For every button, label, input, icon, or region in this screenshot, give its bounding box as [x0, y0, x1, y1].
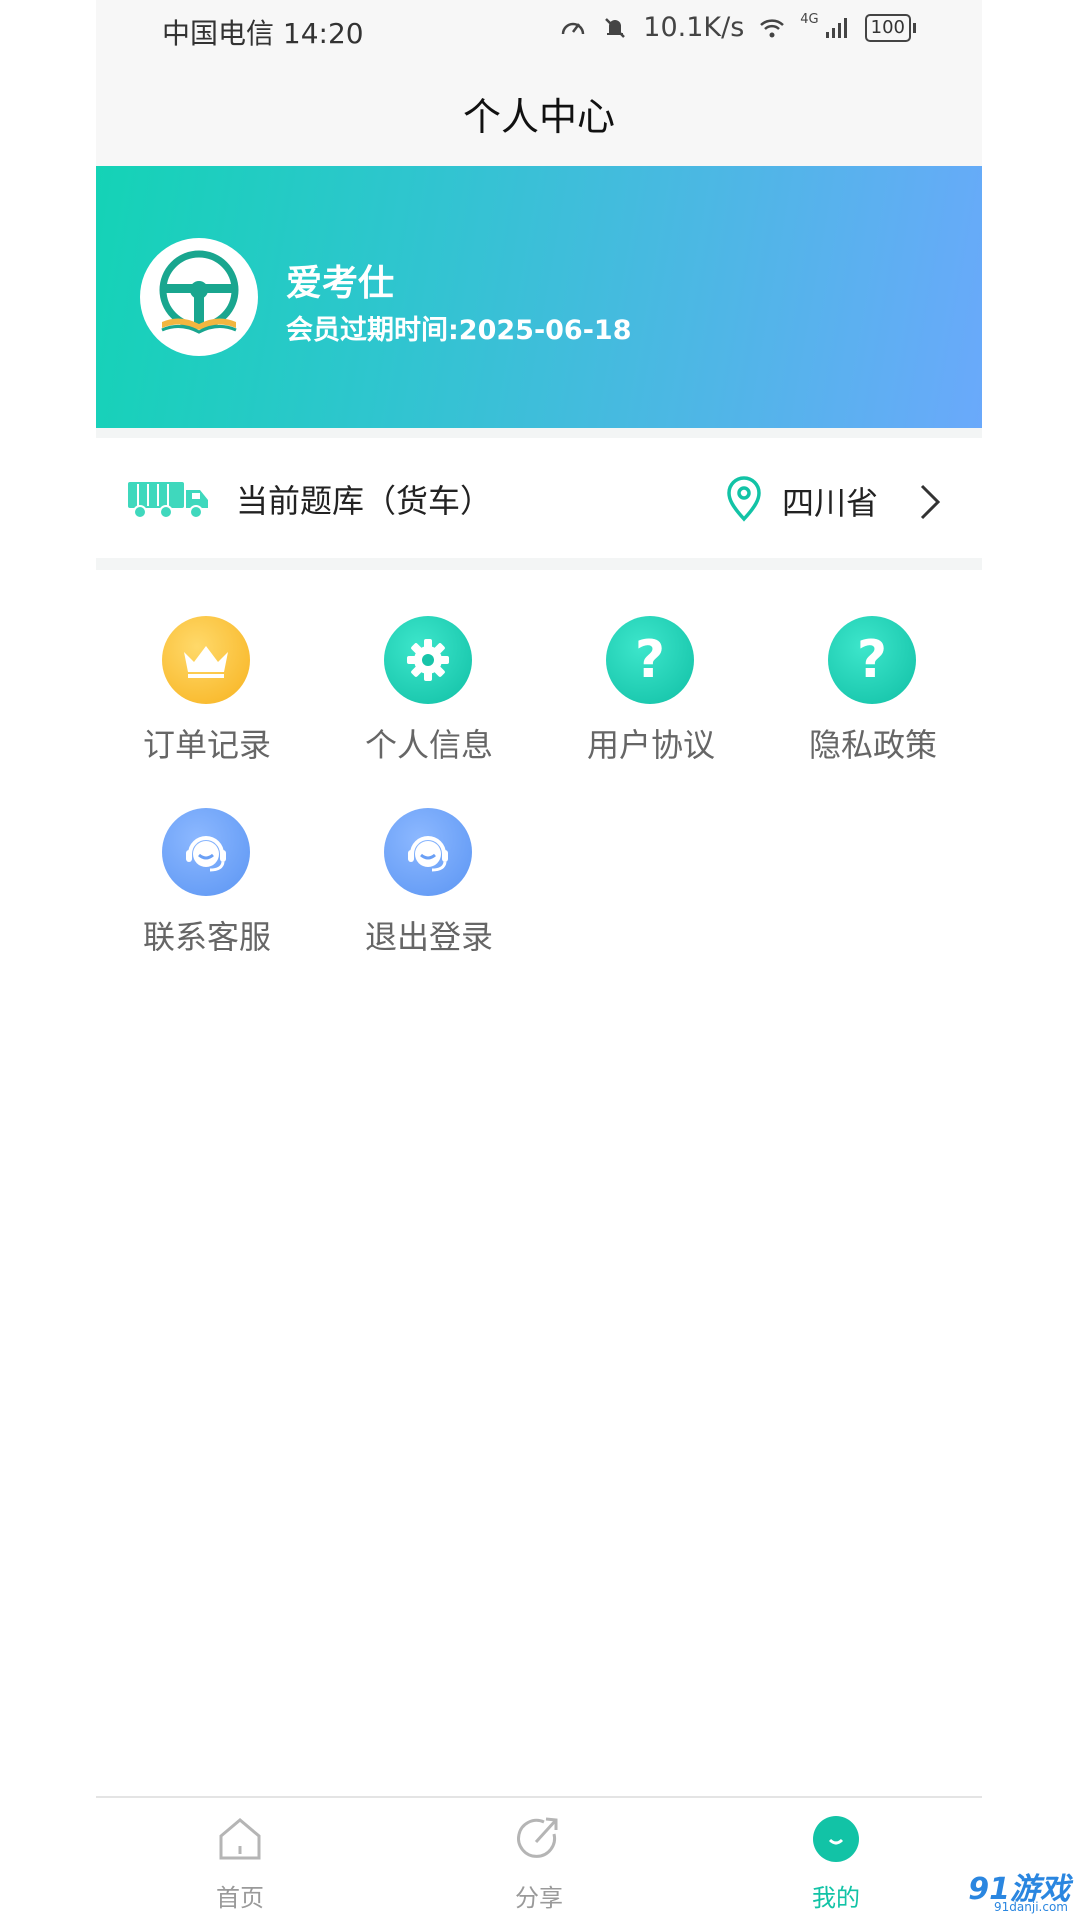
menu-item-personal-info[interactable]: 个人信息 — [318, 570, 540, 764]
profile-icon — [813, 1816, 859, 1862]
battery-icon: 100 — [864, 13, 911, 42]
status-right: 10.1K/s 4G 100 — [559, 12, 916, 43]
page-header: 个人中心 — [96, 62, 982, 166]
network-speed: 10.1K/s — [643, 12, 745, 43]
question-icon: ? — [828, 616, 916, 704]
section-divider — [96, 428, 982, 438]
tab-label: 分享 — [515, 1884, 563, 1912]
tab-label: 我的 — [812, 1884, 860, 1912]
battery-tip — [913, 22, 916, 33]
clock: 14:20 — [282, 17, 364, 50]
watermark-logo: 91游戏 91danji.com — [948, 1858, 1076, 1916]
menu-item-logout[interactable]: 退出登录 — [318, 762, 540, 956]
profile-card[interactable]: 爱考仕 会员过期时间:2025-06-18 — [96, 166, 982, 428]
watermark-url: 91danji.com — [994, 1900, 1068, 1914]
home-icon — [219, 1818, 261, 1860]
tab-home[interactable]: 首页 — [160, 1798, 320, 1920]
truck-icon — [128, 482, 208, 519]
app-screen: 中国电信 14:20 10.1K/s 4G 100 个人中心 爱考仕 会员过期时… — [96, 0, 982, 1920]
speedometer-icon — [562, 22, 585, 34]
headset-icon — [162, 808, 250, 896]
carrier-name: 中国电信 — [162, 17, 275, 50]
menu-item-privacy-policy[interactable]: ? 隐私政策 — [762, 570, 984, 764]
tab-share[interactable]: 分享 — [459, 1798, 619, 1920]
menu-label: 用户协议 — [586, 726, 715, 764]
network-type: 4G — [800, 12, 819, 27]
tab-mine[interactable]: 我的 — [756, 1798, 916, 1920]
signal-icon — [825, 17, 847, 38]
menu-label: 订单记录 — [142, 726, 271, 764]
left-margin — [0, 0, 96, 1920]
menu-label: 退出登录 — [364, 918, 493, 956]
menu-item-customer-service[interactable]: 联系客服 — [96, 762, 318, 956]
headset-icon — [384, 808, 472, 896]
page-title: 个人中心 — [462, 95, 615, 139]
wifi-icon — [760, 18, 785, 37]
membership-expiry: 会员过期时间:2025-06-18 — [286, 315, 632, 346]
share-icon — [517, 1817, 558, 1858]
current-bank-row[interactable]: 当前题库（货车） 四川省 — [96, 438, 982, 558]
location-pin-icon — [727, 476, 761, 522]
question-icon: ? — [606, 616, 694, 704]
status-bar: 中国电信 14:20 10.1K/s 4G 100 — [96, 0, 982, 62]
menu-item-order-records[interactable]: 订单记录 — [96, 570, 318, 764]
section-divider-2 — [96, 558, 982, 570]
menu-item-user-agreement[interactable]: ? 用户协议 — [540, 570, 762, 764]
status-left: 中国电信 14:20 — [162, 12, 364, 52]
bottom-tab-bar: 首页 分享 我的 — [96, 1798, 982, 1920]
chevron-right-icon — [920, 484, 941, 520]
gear-icon — [384, 616, 472, 704]
steering-wheel-logo-icon — [159, 250, 239, 334]
profile-name: 爱考仕 — [286, 263, 395, 304]
menu-label: 隐私政策 — [808, 726, 937, 764]
province-label: 四川省 — [782, 484, 879, 522]
crown-icon — [162, 616, 250, 704]
right-margin — [984, 0, 1080, 1920]
mute-bell-icon — [605, 17, 626, 38]
avatar[interactable] — [140, 238, 258, 356]
current-bank-label: 当前题库（货车） — [236, 482, 493, 520]
battery-level: 100 — [870, 17, 905, 38]
menu-label: 联系客服 — [142, 918, 271, 956]
tab-label: 首页 — [216, 1884, 264, 1912]
menu-label: 个人信息 — [364, 726, 493, 764]
